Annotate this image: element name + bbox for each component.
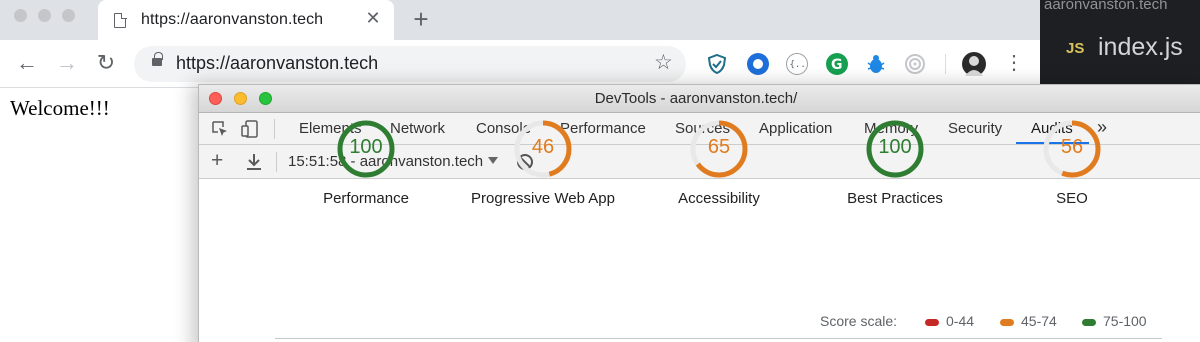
editor-panel: aaronvanston.tech JS index.js (1040, 0, 1200, 88)
scale-range-label: 0-44 (946, 313, 975, 329)
scale-dot-green (1082, 319, 1096, 326)
svg-text:{..}: {..} (790, 60, 807, 70)
editor-file-tab[interactable]: index.js (1098, 33, 1183, 62)
devtools-title-bar: DevTools - aaronvanston.tech/ (199, 85, 1200, 113)
gauge-score: 65 (707, 136, 731, 158)
audit-gauge-accessibility[interactable]: 65 Accessibility (619, 118, 819, 207)
lock-icon[interactable] (152, 52, 163, 66)
score-scale-title: Score scale: (820, 313, 898, 329)
gauge-score: 46 (531, 136, 555, 158)
address-bar[interactable]: https://aaronvanston.tech ☆ (134, 46, 686, 82)
browser-tab-strip: https://aaronvanston.tech ✕ + (0, 0, 1040, 40)
back-button[interactable]: ← (14, 50, 40, 76)
gauge-label: Progressive Web App (471, 190, 615, 207)
new-tab-button[interactable]: + (409, 6, 433, 32)
new-audit-icon[interactable]: + (211, 149, 223, 173)
window-minimize-button[interactable] (38, 9, 51, 22)
browser-menu-icon[interactable]: ⋮ (1001, 50, 1027, 76)
welcome-heading: Welcome!!! (10, 96, 110, 120)
tab-close-icon[interactable]: ✕ (363, 8, 383, 28)
url-text[interactable]: https://aaronvanston.tech (176, 53, 378, 74)
report-divider (275, 338, 1162, 339)
browser-toolbar: ← → ↻ https://aaronvanston.tech ☆ {..} G… (0, 40, 1040, 88)
reload-button[interactable]: ↻ (93, 50, 119, 76)
scale-dot-orange (1000, 319, 1014, 326)
gauge-label: Accessibility (678, 190, 760, 207)
gauge-label: Performance (323, 190, 409, 207)
gauge-score: 56 (1060, 136, 1084, 158)
gauge-score: 100 (878, 136, 912, 158)
audit-gauge-performance[interactable]: 100 Performance (266, 118, 466, 207)
bookmark-star-icon[interactable]: ☆ (654, 51, 673, 75)
forward-button[interactable]: → (54, 50, 80, 76)
audit-gauge-best-practices[interactable]: 100 Best Practices (795, 118, 995, 207)
inspect-element-icon[interactable] (211, 120, 229, 138)
devtools-title: DevTools - aaronvanston.tech/ (594, 90, 798, 107)
device-toolbar-icon[interactable] (241, 120, 259, 138)
shield-extension-icon[interactable] (706, 53, 728, 75)
js-file-icon: JS (1066, 40, 1085, 57)
scale-dot-red (925, 319, 939, 326)
tab-title: https://aaronvanston.tech (141, 11, 324, 28)
audit-gauge-pwa[interactable]: 46 Progressive Web App (443, 118, 643, 207)
editor-breadcrumb: aaronvanston.tech (1044, 0, 1168, 13)
gauge-label: SEO (1056, 190, 1088, 207)
bug-extension-icon[interactable] (865, 53, 887, 75)
page-icon (114, 12, 127, 28)
json-extension-icon[interactable]: {..} (786, 53, 811, 75)
target-extension-icon[interactable] (904, 53, 926, 75)
audit-gauge-seo[interactable]: 56 SEO (972, 118, 1172, 207)
window-zoom-button[interactable] (62, 9, 75, 22)
browser-tab[interactable]: https://aaronvanston.tech ✕ (98, 0, 394, 40)
gauge-score: 100 (349, 136, 383, 158)
grammarly-icon[interactable]: G (826, 53, 848, 75)
profile-avatar[interactable] (962, 52, 986, 76)
scale-range-label: 45-74 (1021, 313, 1057, 329)
window-close-button[interactable] (14, 9, 27, 22)
circle-extension-icon[interactable] (747, 53, 769, 75)
svg-text:G: G (831, 57, 843, 73)
toolbar-separator (945, 54, 946, 74)
gauge-label: Best Practices (847, 190, 943, 207)
download-report-icon[interactable] (246, 153, 262, 176)
scale-range-label: 75-100 (1103, 313, 1147, 329)
